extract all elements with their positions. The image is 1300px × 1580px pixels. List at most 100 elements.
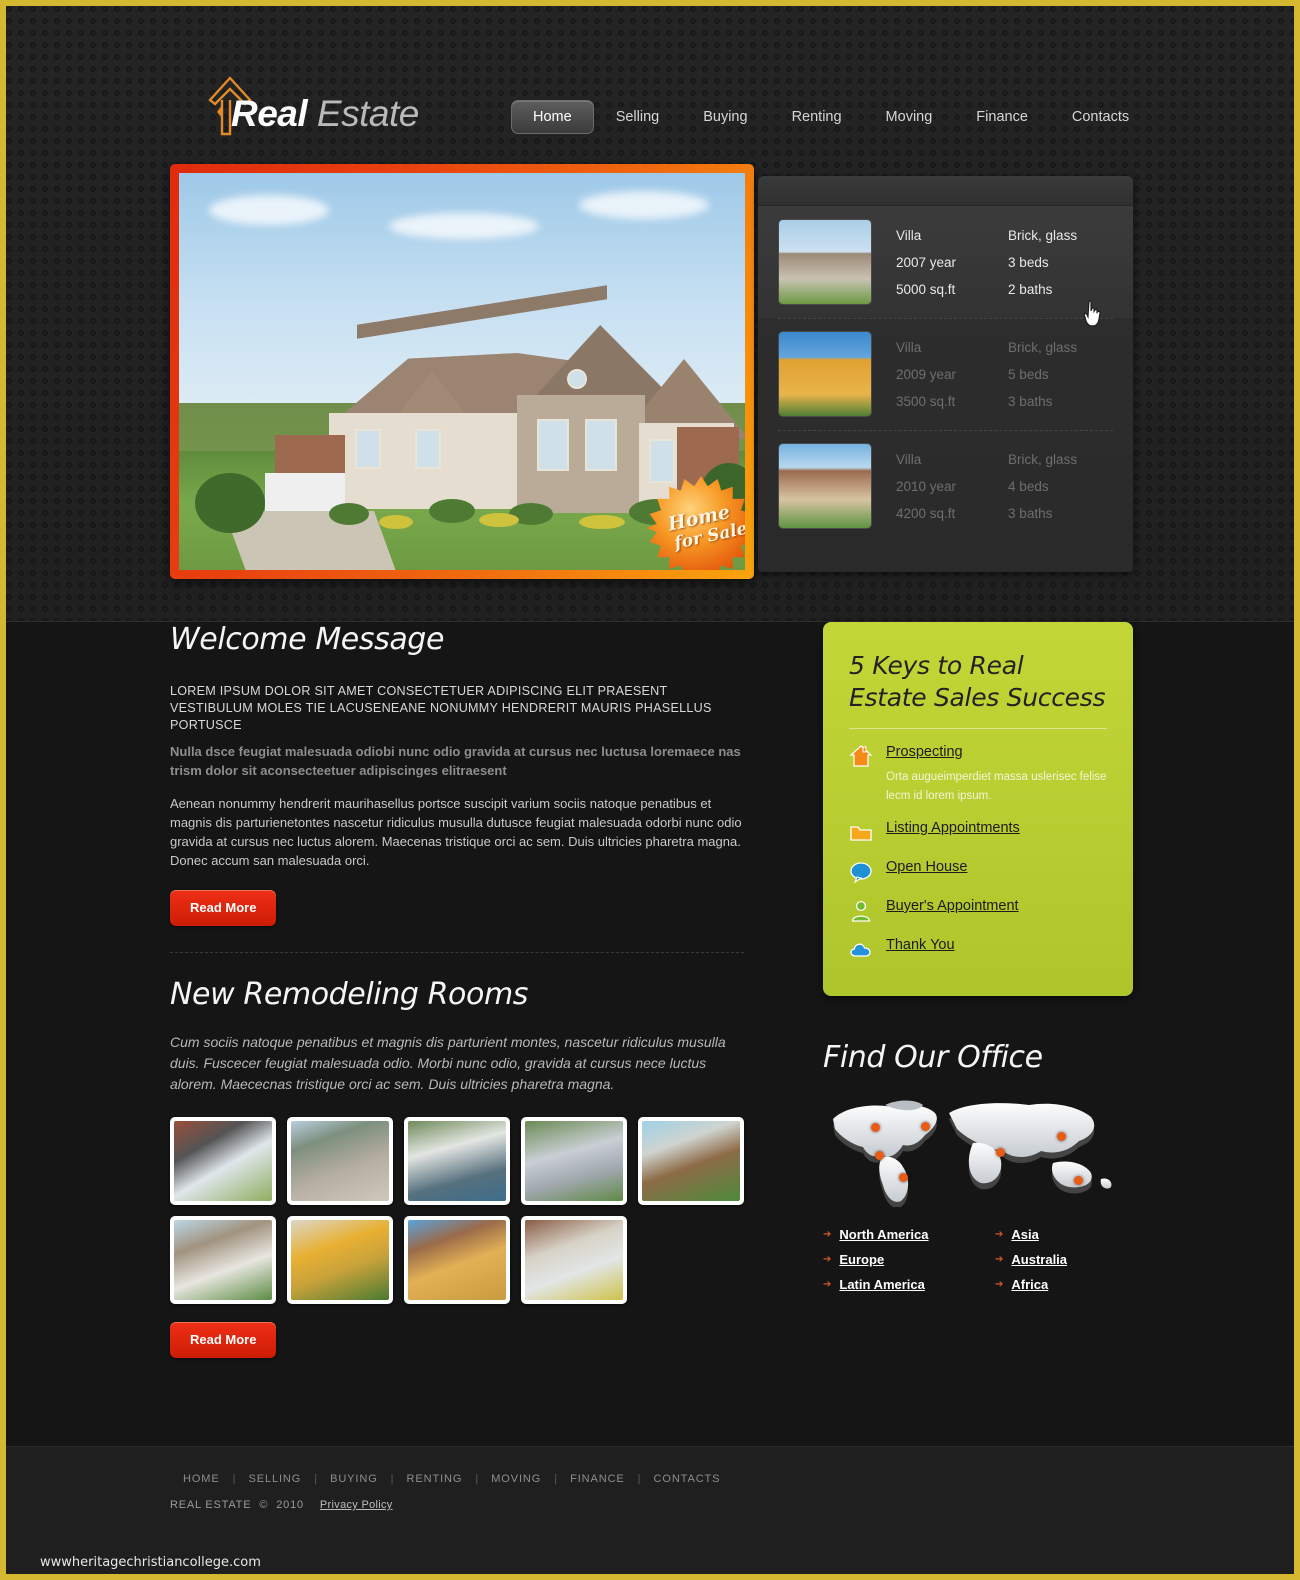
remodeling-title: New Remodeling Rooms bbox=[170, 977, 529, 1012]
footer-link-finance[interactable]: FINANCE bbox=[557, 1473, 638, 1485]
nav-item-home[interactable]: Home bbox=[511, 100, 594, 134]
primary-navigation[interactable]: Home Selling Buying Renting Moving Finan… bbox=[511, 100, 1151, 134]
property-year: 2007 year bbox=[896, 254, 957, 270]
nav-item-selling[interactable]: Selling bbox=[594, 100, 682, 134]
property-type: Villa bbox=[896, 227, 922, 243]
welcome-caps-text: LOREM IPSUM DOLOR SIT AMET CONSECTETUER … bbox=[170, 684, 712, 732]
key-item-buyers-appointment[interactable]: Buyer's Appointment bbox=[849, 898, 1107, 923]
property-year: 2009 year bbox=[896, 366, 957, 382]
key-link-prospecting[interactable]: Prospecting bbox=[886, 744, 963, 760]
gallery-item-1[interactable] bbox=[170, 1117, 276, 1205]
house-icon bbox=[849, 745, 873, 767]
property-col-right: Brick, glass 5 beds 3 baths bbox=[1008, 340, 1100, 409]
gallery-item-2[interactable] bbox=[287, 1117, 393, 1205]
property-material: Brick, glass bbox=[1008, 339, 1078, 355]
property-row-3[interactable]: Villa 2010 year 4200 sq.ft Brick, glass … bbox=[758, 430, 1133, 542]
welcome-bold-text: Nulla dsce feugiat malesuada odiobi nunc… bbox=[170, 744, 741, 778]
property-baths: 3 baths bbox=[1008, 505, 1053, 521]
footer-site-name: REAL ESTATE bbox=[170, 1499, 252, 1511]
key-item-open-house[interactable]: Open House bbox=[849, 859, 1107, 884]
property-area: 3500 sq.ft bbox=[896, 393, 956, 409]
cloud-icon bbox=[850, 943, 871, 957]
footer-link-contacts[interactable]: CONTACTS bbox=[641, 1473, 734, 1485]
office-links-col-2: ➔ Asia ➔ Australia ➔ Africa bbox=[995, 1227, 1067, 1292]
map-pin-north-america bbox=[871, 1123, 880, 1132]
office-link-australia[interactable]: ➔ Australia bbox=[995, 1252, 1067, 1267]
office-link-north-america[interactable]: ➔ North America bbox=[823, 1227, 995, 1242]
folder-icon bbox=[850, 826, 872, 841]
welcome-read-more-button[interactable]: Read More bbox=[170, 890, 277, 926]
footer-link-selling[interactable]: SELLING bbox=[235, 1473, 314, 1485]
map-pin-central-america bbox=[875, 1151, 884, 1160]
key-item-thank-you[interactable]: Thank You bbox=[849, 937, 1107, 962]
property-beds: 5 beds bbox=[1008, 366, 1049, 382]
key-link-thank-you[interactable]: Thank You bbox=[886, 937, 955, 953]
panel-header bbox=[758, 176, 1133, 206]
office-links-col-1: ➔ North America ➔ Europe ➔ Latin America bbox=[823, 1227, 995, 1292]
property-material: Brick, glass bbox=[1008, 451, 1078, 467]
property-thumbnail[interactable] bbox=[778, 443, 872, 529]
office-link-label: Europe bbox=[839, 1252, 885, 1267]
property-thumbnail[interactable] bbox=[778, 331, 872, 417]
logo-text: Real Estate bbox=[231, 92, 419, 136]
world-map bbox=[823, 1097, 1133, 1208]
office-link-asia[interactable]: ➔ Asia bbox=[995, 1227, 1067, 1242]
footer-link-home[interactable]: HOME bbox=[170, 1473, 233, 1485]
gallery-item-7[interactable] bbox=[287, 1216, 393, 1304]
privacy-policy-link[interactable]: Privacy Policy bbox=[320, 1499, 393, 1511]
arrow-icon: ➔ bbox=[823, 1279, 832, 1290]
key-item-prospecting[interactable]: Prospecting Orta augueimperdiet massa us… bbox=[849, 743, 1107, 806]
arrow-icon: ➔ bbox=[823, 1254, 832, 1265]
office-link-europe[interactable]: ➔ Europe bbox=[823, 1252, 995, 1267]
key-sub-prospecting: Orta augueimperdiet massa uslerisec feli… bbox=[886, 771, 1107, 802]
office-link-label: Africa bbox=[1011, 1277, 1049, 1292]
arrow-icon: ➔ bbox=[823, 1229, 832, 1240]
office-links: ➔ North America ➔ Europe ➔ Latin America… bbox=[823, 1227, 1133, 1292]
keys-divider bbox=[849, 728, 1107, 729]
property-col-right: Brick, glass 4 beds 3 baths bbox=[1008, 452, 1100, 521]
property-beds: 3 beds bbox=[1008, 254, 1049, 270]
key-link-buyers-appointment[interactable]: Buyer's Appointment bbox=[886, 898, 1019, 914]
footer-link-renting[interactable]: RENTING bbox=[394, 1473, 476, 1485]
footer-navigation: HOME | SELLING | BUYING | RENTING | MOVI… bbox=[170, 1473, 733, 1485]
property-list-panel: Villa 2007 year 5000 sq.ft Brick, glass … bbox=[758, 176, 1133, 572]
nav-item-contacts[interactable]: Contacts bbox=[1050, 100, 1151, 134]
key-link-open-house[interactable]: Open House bbox=[886, 859, 967, 875]
speech-bubble-icon bbox=[850, 862, 872, 884]
footer-link-buying[interactable]: BUYING bbox=[317, 1473, 391, 1485]
property-row-2[interactable]: Villa 2009 year 3500 sq.ft Brick, glass … bbox=[758, 318, 1133, 430]
property-thumbnail[interactable] bbox=[778, 219, 872, 305]
find-office-title: Find Our Office bbox=[823, 1040, 1043, 1075]
map-pin-east-america bbox=[921, 1122, 930, 1131]
gallery-item-8[interactable] bbox=[404, 1216, 510, 1304]
right-column: 5 Keys to Real Estate Sales Success Pros… bbox=[823, 622, 1133, 1292]
gallery-item-6[interactable] bbox=[170, 1216, 276, 1304]
property-row-1[interactable]: Villa 2007 year 5000 sq.ft Brick, glass … bbox=[758, 206, 1133, 318]
mouse-cursor-pointer-icon bbox=[1083, 300, 1101, 327]
footer-link-moving[interactable]: MOVING bbox=[478, 1473, 554, 1485]
gallery-item-3[interactable] bbox=[404, 1117, 510, 1205]
hero-slider[interactable]: Home for Sale bbox=[170, 164, 754, 579]
office-link-africa[interactable]: ➔ Africa bbox=[995, 1277, 1067, 1292]
property-baths: 3 baths bbox=[1008, 393, 1053, 409]
gallery-item-9[interactable] bbox=[521, 1216, 627, 1304]
gallery-item-5[interactable] bbox=[638, 1117, 744, 1205]
nav-item-finance[interactable]: Finance bbox=[954, 100, 1050, 134]
sales-keys-box: 5 Keys to Real Estate Sales Success Pros… bbox=[823, 622, 1133, 996]
nav-item-buying[interactable]: Buying bbox=[681, 100, 769, 134]
site-logo[interactable]: Real Estate bbox=[207, 68, 419, 138]
key-item-listing-appointments[interactable]: Listing Appointments bbox=[849, 820, 1107, 845]
nav-item-renting[interactable]: Renting bbox=[770, 100, 864, 134]
arrow-icon: ➔ bbox=[995, 1229, 1004, 1240]
office-link-latin-america[interactable]: ➔ Latin America bbox=[823, 1277, 995, 1292]
nav-item-moving[interactable]: Moving bbox=[864, 100, 955, 134]
property-type: Villa bbox=[896, 451, 922, 467]
gallery-item-4[interactable] bbox=[521, 1117, 627, 1205]
key-link-listing-appointments[interactable]: Listing Appointments bbox=[886, 820, 1020, 836]
welcome-paragraph: Aenean nonummy hendrerit maurihasellus p… bbox=[170, 796, 742, 868]
remodeling-paragraph: Cum sociis natoque penatibus et magnis d… bbox=[170, 1034, 726, 1092]
watermark-text: wwwheritagechristiancollege.com bbox=[40, 1555, 261, 1570]
property-baths: 2 baths bbox=[1008, 281, 1053, 297]
logo-word-real: Real bbox=[231, 93, 308, 134]
remodeling-read-more-button[interactable]: Read More bbox=[170, 1322, 277, 1358]
